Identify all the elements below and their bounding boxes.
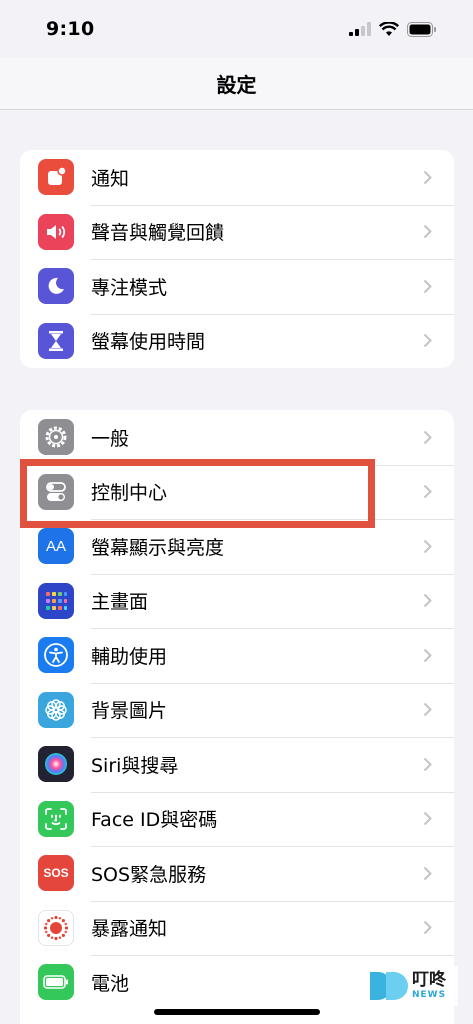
settings-row-label: 電池 (91, 972, 130, 995)
row-divider (91, 464, 454, 466)
row-divider (91, 313, 454, 315)
settings-row-home-screen[interactable]: 主畫面 (20, 573, 454, 629)
settings-row-siri[interactable]: Siri與搜尋 (20, 737, 454, 792)
settings-row-label: 暴露通知 (91, 918, 168, 941)
row-divider (91, 955, 454, 956)
row-divider (91, 573, 454, 575)
row-divider (91, 204, 454, 206)
wifi-icon (379, 21, 399, 36)
moon-icon (38, 268, 74, 305)
row-divider (91, 737, 454, 738)
settings-row-label: 螢幕使用時間 (91, 331, 206, 354)
status-time: 9:10 (46, 18, 95, 40)
settings-row-control-center[interactable]: 控制中心 (20, 464, 454, 520)
status-icons (349, 21, 437, 37)
status-bar: 9:10 (0, 0, 473, 58)
face-id-icon (38, 800, 74, 837)
nav-bar: 設定 (0, 58, 473, 110)
siri-icon (38, 746, 74, 783)
settings-row-label: 控制中心 (91, 482, 168, 505)
settings-group-1: 通知 聲音與觸覺回饋 專注模式 螢幕使用時間 (20, 150, 454, 368)
signal-icon (349, 22, 371, 36)
settings-group-2: 一般 控制中心 AA 螢幕顯示與亮度 主畫面 輔助使用 背景圖片 Siri與搜尋… (20, 410, 454, 1024)
settings-row-notifications[interactable]: 通知 (20, 150, 454, 205)
settings-row-label: 主畫面 (91, 591, 149, 614)
settings-row-wallpaper[interactable]: 背景圖片 (20, 682, 454, 738)
text-size-icon: AA (38, 528, 74, 565)
settings-row-label: Face ID與密碼 (91, 809, 218, 832)
settings-row-label: 背景圖片 (91, 700, 168, 723)
exposure-icon (38, 909, 74, 946)
settings-row-label: SOS緊急服務 (91, 863, 207, 886)
chevron-right-icon (410, 430, 444, 445)
chevron-right-icon (410, 333, 444, 348)
accessibility-icon (38, 637, 74, 674)
settings-row-face-id[interactable]: Face ID與密碼 (20, 791, 454, 847)
notification-icon (38, 159, 74, 196)
chevron-right-icon (410, 539, 444, 554)
chevron-right-icon (410, 593, 444, 608)
battery-icon (38, 964, 74, 1001)
hourglass-icon (38, 322, 74, 359)
row-divider (91, 259, 454, 260)
chevron-right-icon (410, 920, 444, 935)
watermark-logo: 叮咚 NEWS (366, 966, 458, 1006)
sos-icon: SOS (38, 855, 74, 892)
settings-row-screen-time[interactable]: 螢幕使用時間 (20, 313, 454, 369)
settings-row-label: 專注模式 (91, 276, 168, 299)
page-title: 設定 (216, 73, 257, 97)
settings-row-label: 一般 (91, 427, 130, 450)
row-divider (91, 519, 454, 520)
settings-row-accessibility[interactable]: 輔助使用 (20, 628, 454, 683)
settings-row-focus[interactable]: 專注模式 (20, 259, 454, 314)
home-indicator[interactable] (154, 1009, 320, 1015)
gear-icon (38, 419, 74, 456)
settings-row-label: 輔助使用 (91, 645, 168, 668)
watermark-en: NEWS (412, 990, 447, 1000)
chevron-right-icon (410, 484, 444, 499)
settings-row-display[interactable]: AA 螢幕顯示與亮度 (20, 519, 454, 574)
row-divider (91, 682, 454, 684)
row-divider (91, 900, 454, 902)
settings-row-emergency-sos[interactable]: SOS SOS緊急服務 (20, 846, 454, 901)
watermark-text: 叮咚 NEWS (412, 972, 446, 1000)
settings-row-sounds[interactable]: 聲音與觸覺回饋 (20, 204, 454, 260)
watermark-cn: 叮咚 (412, 970, 446, 990)
toggles-icon (38, 473, 74, 510)
home-grid-icon (38, 582, 74, 619)
dd-logo-icon (370, 972, 408, 1000)
settings-row-exposure-notifications[interactable]: 暴露通知 (20, 900, 454, 956)
settings-row-general[interactable]: 一般 (20, 410, 454, 465)
row-divider (91, 846, 454, 847)
chevron-right-icon (410, 279, 444, 294)
settings-row-label: 通知 (91, 167, 130, 190)
chevron-right-icon (410, 811, 444, 826)
chevron-right-icon (410, 648, 444, 663)
chevron-right-icon (410, 702, 444, 717)
settings-row-label: Siri與搜尋 (91, 754, 179, 777)
chevron-right-icon (410, 757, 444, 772)
settings-row-label: 螢幕顯示與亮度 (91, 536, 225, 559)
wallpaper-flower-icon (38, 691, 74, 728)
row-divider (91, 628, 454, 629)
battery-status-icon (407, 21, 436, 37)
chevron-right-icon (410, 866, 444, 881)
speaker-icon (38, 213, 74, 250)
settings-row-label: 聲音與觸覺回饋 (91, 222, 225, 245)
row-divider (91, 791, 454, 793)
chevron-right-icon (410, 170, 444, 185)
chevron-right-icon (410, 224, 444, 239)
